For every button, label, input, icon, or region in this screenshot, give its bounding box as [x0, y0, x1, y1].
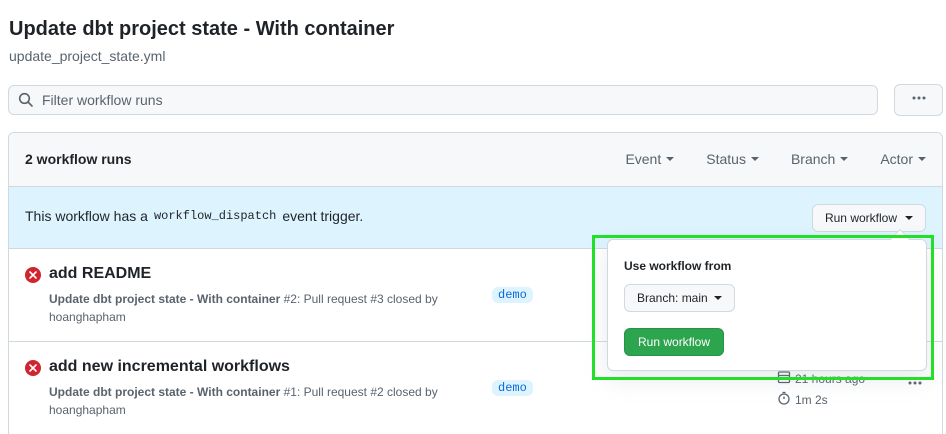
status-filter-label: Status [706, 151, 746, 167]
run-meta: Update dbt project state - With containe… [49, 383, 469, 419]
run-title[interactable]: add README [49, 265, 151, 283]
run-detail: #2: Pull request #3 closed by [283, 292, 438, 306]
run-workflow-name: Update dbt project state - With containe… [49, 385, 281, 399]
branch-tag[interactable]: demo [492, 380, 533, 396]
run-duration-value: 1m 2s [795, 392, 828, 407]
actor-filter-label: Actor [880, 151, 913, 167]
dispatch-text-before: This workflow has a [25, 208, 148, 224]
kebab-horizontal-icon [911, 90, 927, 111]
search-icon [18, 92, 34, 108]
stopwatch-icon [777, 391, 791, 408]
run-actor[interactable]: hoanghapham [49, 403, 126, 417]
branch-tag[interactable]: demo [492, 287, 533, 303]
dispatch-code: workflow_dispatch [153, 209, 277, 223]
actor-filter[interactable]: Actor [880, 151, 926, 167]
run-duration: 1m 2s [777, 391, 828, 408]
run-title[interactable]: add new incremental workflows [49, 358, 290, 376]
failure-x-icon [25, 360, 41, 376]
filter-bar [8, 85, 878, 115]
branch-filter-label: Branch [790, 151, 836, 167]
run-workflow-name: Update dbt project state - With containe… [49, 292, 281, 306]
run-row-menu-button[interactable] [905, 377, 925, 393]
branch-filter[interactable]: Branch [790, 151, 849, 167]
kebab-horizontal-icon [907, 375, 923, 396]
workflow-filename[interactable]: update_project_state.yml [9, 48, 165, 64]
run-workflow-popover: Use workflow from Branch: main Run workf… [607, 229, 927, 371]
run-when: 21 hours ago [795, 371, 866, 386]
caret-down-icon [713, 296, 722, 300]
branch-select-button[interactable]: Branch: main [624, 284, 735, 312]
event-filter-label: Event [625, 151, 662, 167]
caret-down-icon [666, 157, 675, 161]
run-meta: Update dbt project state - With containe… [49, 290, 469, 326]
calendar-icon [777, 370, 791, 387]
runs-filter-menu: Event Status Branch Actor [625, 151, 926, 167]
caret-down-icon [905, 216, 913, 220]
run-workflow-submit-button[interactable]: Run workflow [624, 328, 725, 356]
run-actor[interactable]: hoanghapham [49, 310, 126, 324]
runs-header: 2 workflow runs Event Status Branch Acto… [9, 133, 942, 187]
branch-select-label: Branch: main [637, 291, 708, 305]
use-workflow-from-label: Use workflow from [624, 259, 732, 273]
more-options-button[interactable] [894, 84, 943, 116]
run-workflow-dropdown-button[interactable]: Run workflow [811, 204, 926, 232]
caret-down-icon [750, 157, 759, 161]
dispatch-message: This workflow has a workflow_dispatch ev… [25, 208, 363, 224]
event-filter[interactable]: Event [625, 151, 675, 167]
failure-x-icon [25, 267, 41, 283]
runs-count: 2 workflow runs [25, 151, 132, 167]
run-timestamp: 21 hours ago [777, 370, 865, 387]
status-filter[interactable]: Status [706, 151, 759, 167]
run-detail: #1: Pull request #2 closed by [283, 385, 438, 399]
dispatch-text-after: event trigger. [282, 208, 364, 224]
page-title: Update dbt project state - With containe… [9, 18, 395, 40]
caret-down-icon [840, 157, 849, 161]
caret-down-icon [918, 157, 926, 161]
filter-workflow-runs-input[interactable] [42, 86, 877, 114]
run-workflow-label: Run workflow [824, 211, 897, 225]
